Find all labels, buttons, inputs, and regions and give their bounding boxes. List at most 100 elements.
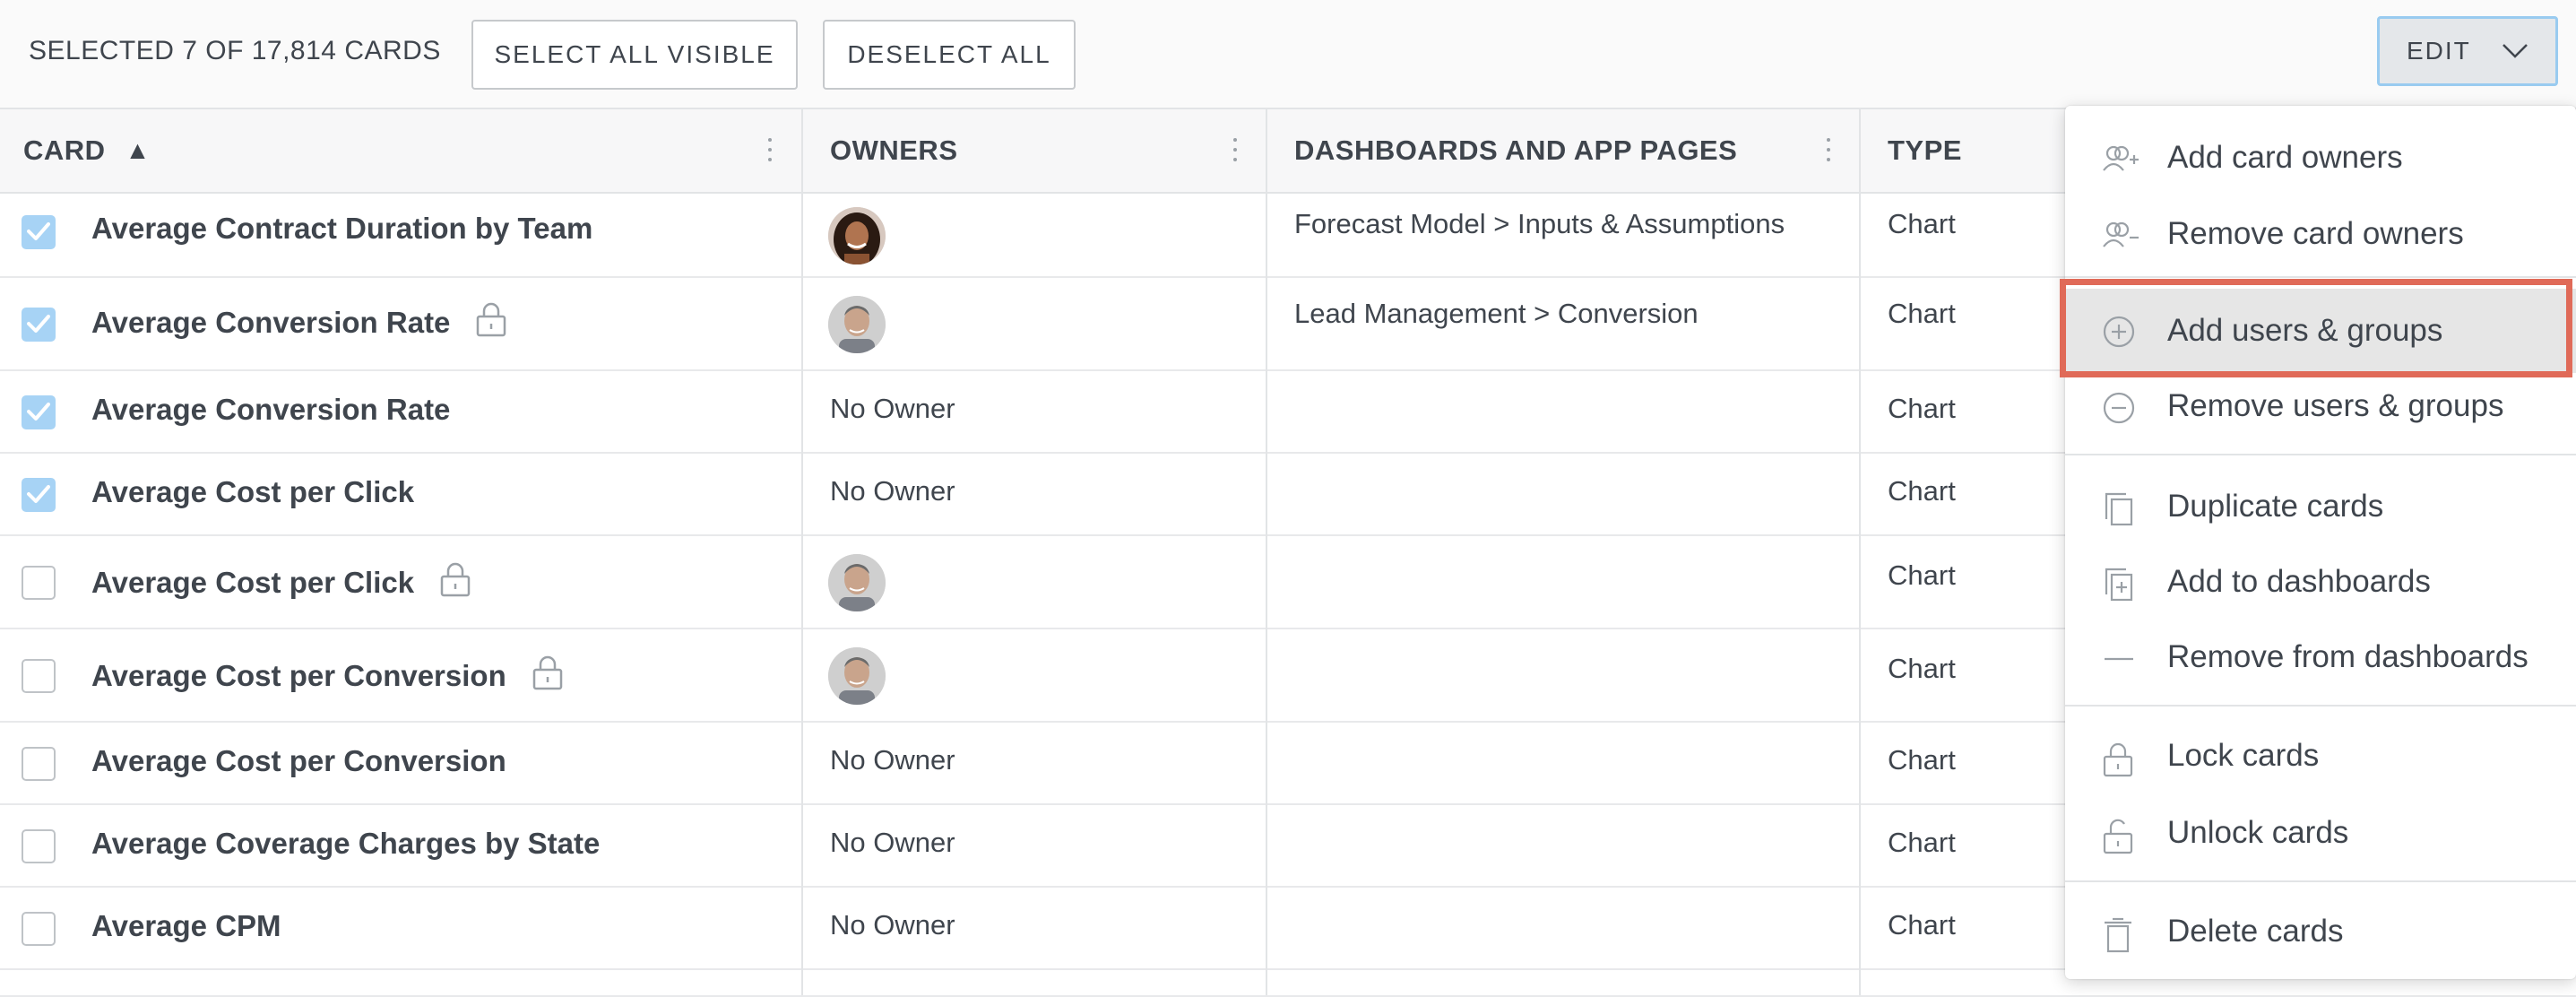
- card-type: Chart: [1888, 559, 1956, 591]
- menu-item-add-to-dashboards[interactable]: Add to dashboards: [2065, 551, 2576, 613]
- card-type: Chart: [1888, 653, 1956, 684]
- menu-item-add-card-owners[interactable]: Add card owners: [2065, 126, 2576, 189]
- column-header-card[interactable]: CARD ▲: [23, 109, 151, 192]
- card-type: Chart: [1888, 909, 1956, 941]
- menu-item-label: Add card owners: [2167, 140, 2403, 175]
- card-name: Average Coverage Charges by State: [91, 827, 601, 860]
- dashboard-link[interactable]: Lead Management > Conversion: [1294, 298, 1699, 330]
- card-type: Chart: [1888, 744, 1956, 776]
- card-name-link[interactable]: Average Contract Duration by Team: [91, 212, 592, 246]
- row-checkbox[interactable]: [22, 912, 56, 946]
- card-type: Chart: [1888, 827, 1956, 858]
- menu-item-label: Lock cards: [2167, 738, 2320, 773]
- row-checkbox[interactable]: [22, 659, 56, 693]
- card-name: Average Cost per Conversion: [91, 659, 506, 692]
- dash-icon: [2103, 643, 2135, 675]
- selection-count: SELECTED 7 OF 17,814 CARDS: [29, 36, 441, 65]
- menu-item-label: Remove card owners: [2167, 216, 2464, 251]
- sort-ascending-icon: ▲: [125, 136, 151, 164]
- chevron-down-icon: [2503, 44, 2528, 58]
- edit-button[interactable]: EDIT: [2377, 16, 2558, 86]
- plus-circle-icon: [2103, 316, 2135, 348]
- toolbar: SELECTED 7 OF 17,814 CARDS SELECT ALL VI…: [0, 0, 2576, 109]
- menu-item-delete-cards[interactable]: Delete cards: [2065, 900, 2576, 963]
- menu-item-label: Remove users & groups: [2167, 388, 2504, 423]
- column-header-type[interactable]: TYPE: [1888, 109, 1962, 192]
- card-name-link[interactable]: Average Conversion Rate: [91, 301, 507, 344]
- add-person-icon: [2103, 143, 2139, 176]
- menu-item-lock-cards[interactable]: Lock cards: [2065, 724, 2576, 787]
- row-checkbox[interactable]: [22, 566, 56, 600]
- card-name-link[interactable]: Average Conversion Rate: [91, 393, 450, 427]
- edit-button-label: EDIT: [2407, 37, 2471, 65]
- column-menu-icon[interactable]: [768, 138, 772, 165]
- card-name: Average Contract Duration by Team: [91, 212, 593, 245]
- add-to-dashboard-icon: [2103, 568, 2135, 602]
- card-name: Average Conversion Rate: [91, 393, 451, 426]
- card-name-link[interactable]: Average CPM: [91, 909, 281, 943]
- row-checkbox[interactable]: [22, 308, 56, 342]
- owner-text: No Owner: [830, 827, 955, 858]
- column-header-card-label: CARD: [23, 134, 106, 166]
- card-type: Chart: [1888, 393, 1956, 424]
- card-name: Average Cost per Click: [91, 566, 415, 599]
- owner-avatar[interactable]: [828, 647, 886, 705]
- card-name-link[interactable]: Average Cost per Click: [91, 475, 414, 509]
- menu-item-remove-users-groups[interactable]: Remove users & groups: [2065, 375, 2576, 438]
- select-all-visible-button[interactable]: SELECT ALL VISIBLE: [471, 20, 798, 90]
- column-menu-icon[interactable]: [1233, 138, 1237, 165]
- menu-separator: [2065, 276, 2576, 278]
- card-name-link[interactable]: Average Cost per Conversion: [91, 744, 506, 778]
- owner-avatar[interactable]: [828, 207, 886, 264]
- row-checkbox[interactable]: [22, 395, 56, 429]
- card-type: Chart: [1888, 208, 1956, 239]
- row-checkbox[interactable]: [22, 478, 56, 512]
- column-header-owners[interactable]: OWNERS: [830, 109, 958, 192]
- card-type: Chart: [1888, 475, 1956, 507]
- menu-item-label: Add users & groups: [2167, 313, 2443, 348]
- card-name: Average Cost per Conversion: [91, 744, 506, 777]
- deselect-all-button[interactable]: DESELECT ALL: [823, 20, 1076, 90]
- lock-icon: [475, 301, 507, 344]
- owner-avatar[interactable]: [828, 296, 886, 353]
- row-checkbox[interactable]: [22, 829, 56, 863]
- card-name: Average CPM: [91, 909, 281, 942]
- menu-item-unlock-cards[interactable]: Unlock cards: [2065, 802, 2576, 864]
- menu-separator: [2065, 705, 2576, 707]
- lock-icon: [439, 561, 471, 604]
- menu-separator: [2065, 454, 2576, 455]
- row-checkbox[interactable]: [22, 215, 56, 249]
- menu-item-duplicate-cards[interactable]: Duplicate cards: [2065, 475, 2576, 538]
- menu-item-remove-card-owners[interactable]: Remove card owners: [2065, 203, 2576, 265]
- menu-item-remove-from-dashboards[interactable]: Remove from dashboards: [2065, 626, 2576, 689]
- remove-person-icon: [2103, 220, 2139, 252]
- unlock-icon: [2103, 819, 2135, 854]
- card-name: Average Cost per Click: [91, 475, 415, 508]
- dashboard-link[interactable]: Forecast Model > Inputs & Assumptions: [1294, 208, 1785, 240]
- row-checkbox[interactable]: [22, 747, 56, 781]
- owner-text: No Owner: [830, 475, 955, 507]
- edit-dropdown-menu: Add card owners Remove card owners Add use…: [2065, 106, 2576, 979]
- column-divider: [1266, 109, 1267, 995]
- column-divider: [801, 109, 803, 995]
- owner-avatar[interactable]: [828, 554, 886, 611]
- card-type: Chart: [1888, 298, 1956, 329]
- card-name-link[interactable]: Average Coverage Charges by State: [91, 827, 600, 861]
- menu-item-label: Duplicate cards: [2167, 489, 2384, 524]
- duplicate-icon: [2103, 492, 2135, 526]
- owner-text: No Owner: [830, 393, 955, 424]
- column-divider: [1859, 109, 1861, 995]
- menu-item-label: Remove from dashboards: [2167, 639, 2528, 674]
- menu-item-add-users-groups[interactable]: Add users & groups: [2065, 289, 2576, 373]
- owner-text: No Owner: [830, 744, 955, 776]
- card-name: Average Conversion Rate: [91, 306, 451, 339]
- card-name-link[interactable]: Average Cost per Click: [91, 561, 471, 604]
- card-name-link[interactable]: Average Cost per Conversion: [91, 655, 564, 698]
- lock-icon: [532, 655, 564, 698]
- column-header-dashboards[interactable]: DASHBOARDS AND APP PAGES: [1294, 109, 1737, 192]
- trash-icon: [2103, 917, 2135, 953]
- menu-item-label: Add to dashboards: [2167, 564, 2431, 599]
- menu-item-label: Unlock cards: [2167, 815, 2349, 850]
- column-menu-icon[interactable]: [1827, 138, 1830, 165]
- minus-circle-icon: [2103, 392, 2135, 424]
